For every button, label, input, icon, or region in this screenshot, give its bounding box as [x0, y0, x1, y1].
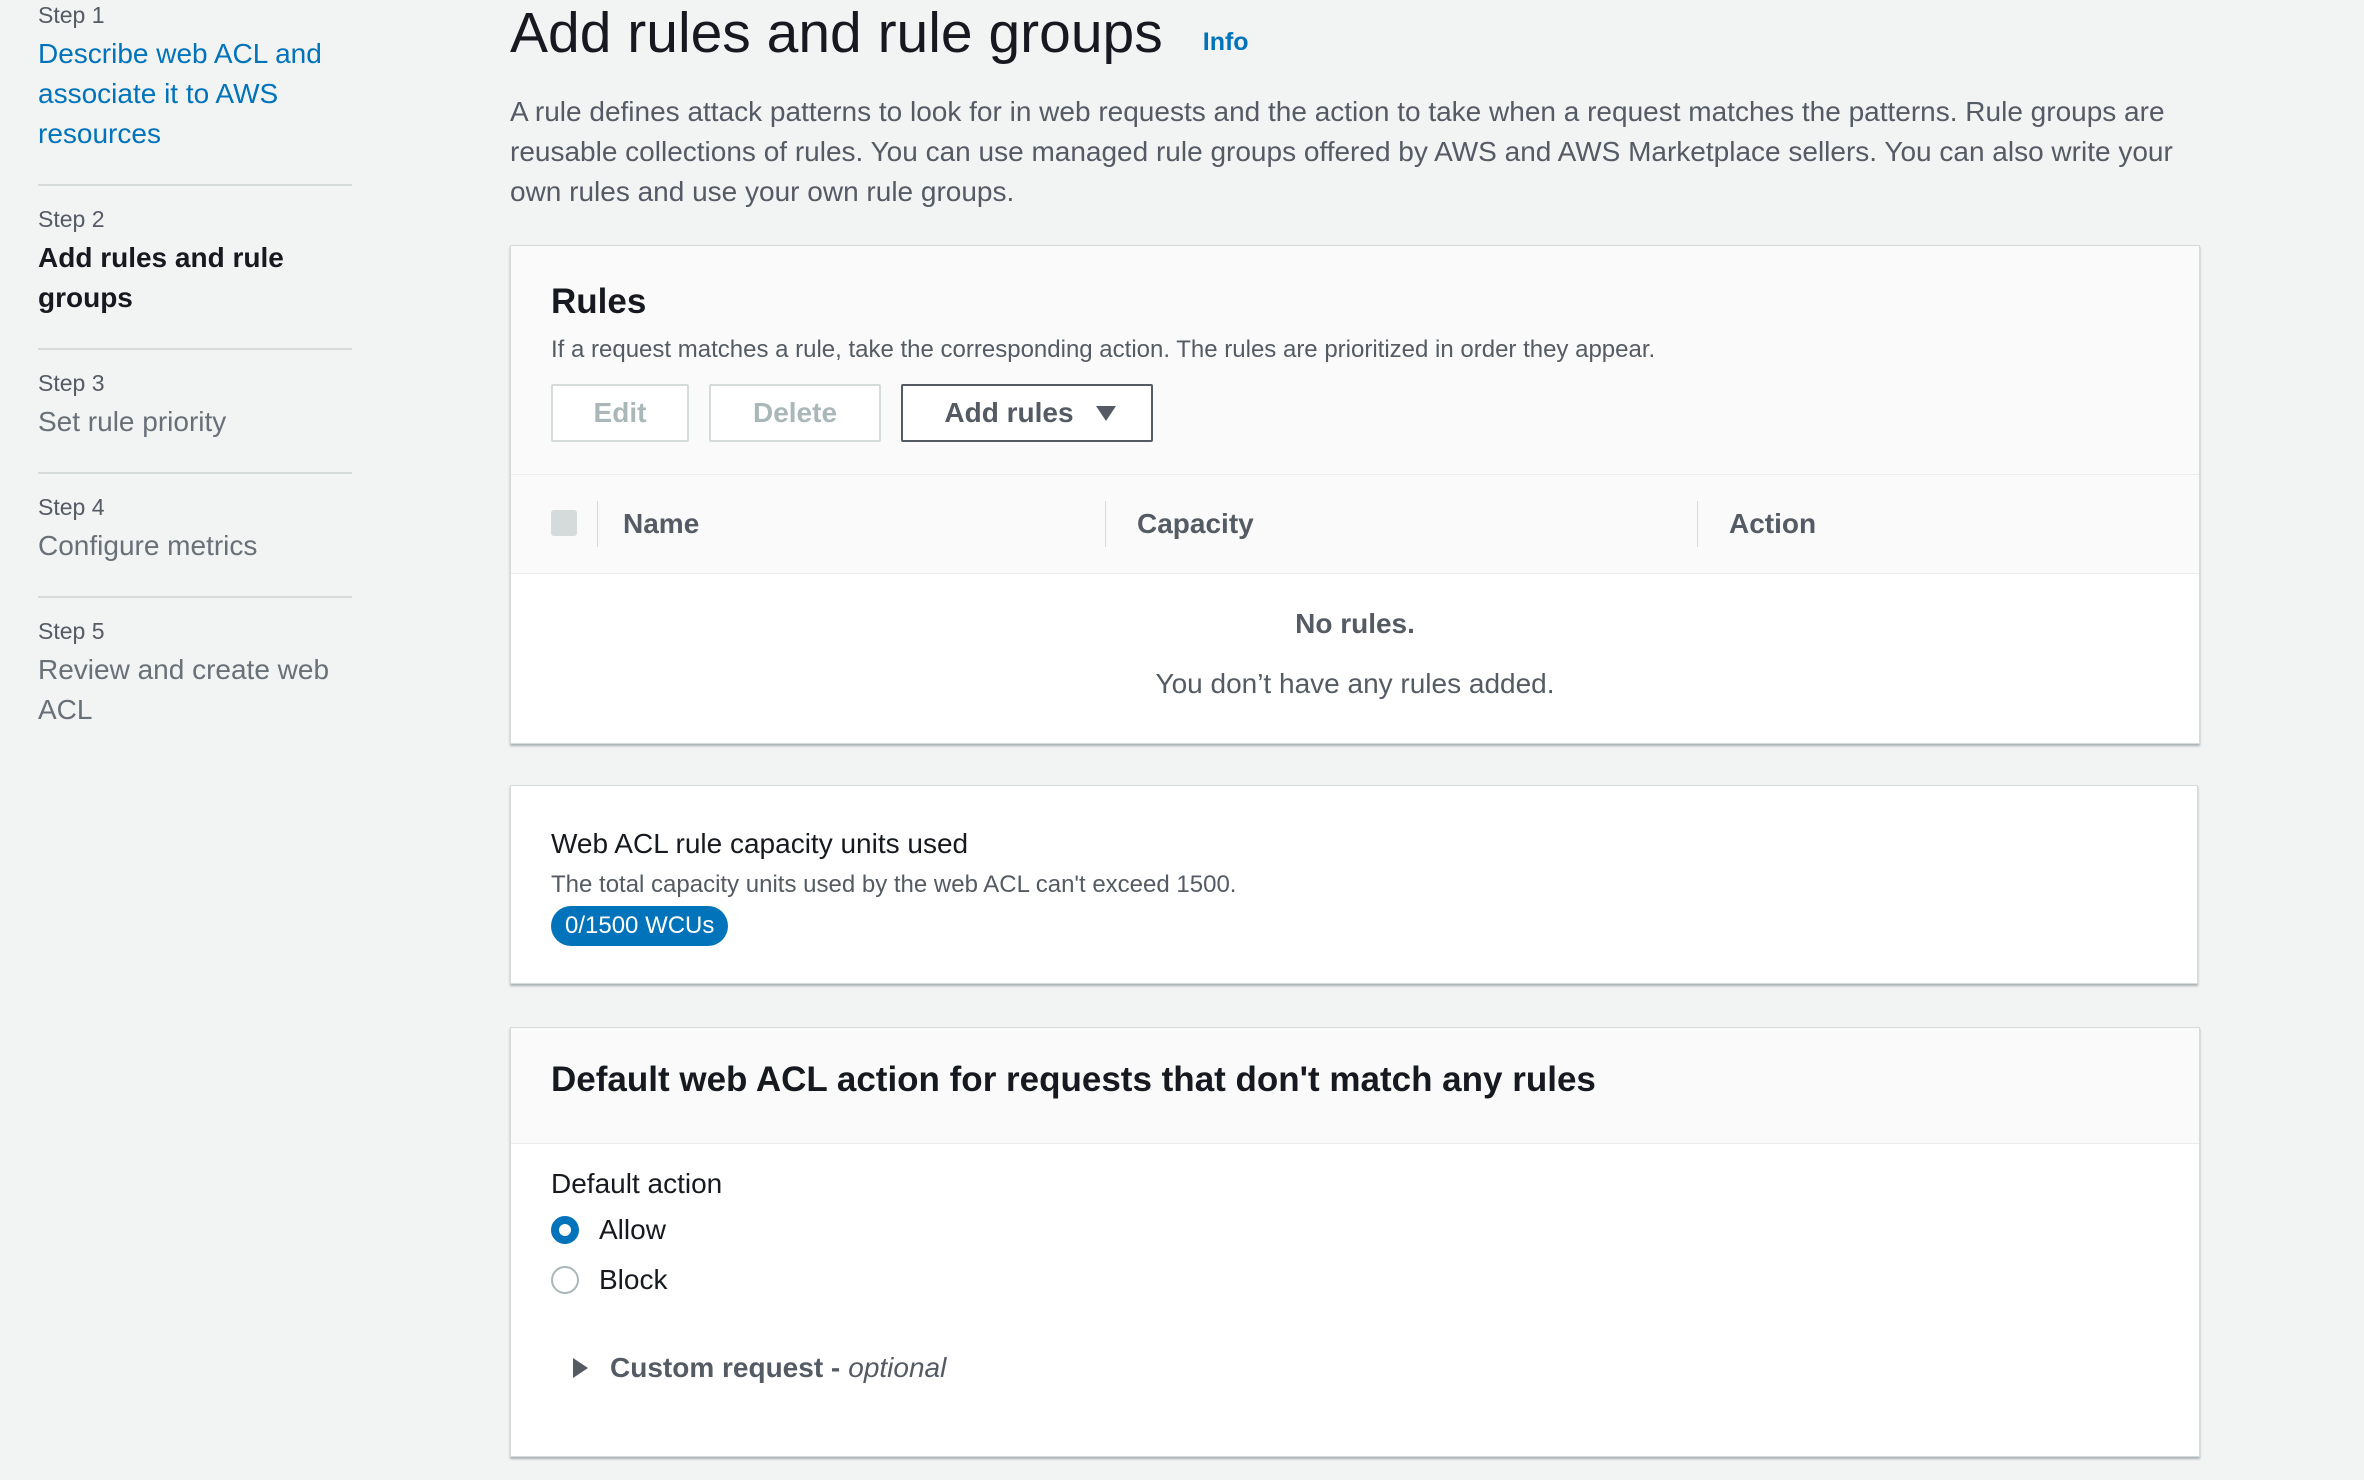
step-5-title: Review and create web ACL	[38, 654, 330, 725]
edit-button[interactable]: Edit	[551, 384, 689, 442]
column-divider	[597, 501, 598, 547]
step-3: Step 3 Set rule priority	[38, 350, 352, 474]
column-divider	[1105, 501, 1106, 547]
add-rules-label: Add rules	[944, 397, 1074, 428]
default-action-body: Default action Allow Block Custom reques…	[511, 1144, 2199, 1456]
page-title: Add rules and rule groups	[510, 1, 1163, 65]
rules-description: If a request matches a rule, take the co…	[551, 336, 1656, 363]
step-number: Step 5	[38, 618, 105, 644]
custom-request-expander[interactable]: Custom request - optional	[573, 1352, 946, 1384]
capacity-title: Web ACL rule capacity units used	[551, 828, 969, 859]
radio-checked-icon[interactable]	[551, 1216, 579, 1244]
capacity-description: The total capacity units used by the web…	[551, 871, 1237, 898]
step-5: Step 5 Review and create web ACL	[38, 598, 352, 760]
step-number: Step 3	[38, 370, 105, 396]
custom-request-optional: optional	[848, 1352, 947, 1383]
step-2-current: Add rules and rule groups	[38, 242, 284, 313]
step-3-title: Set rule priority	[38, 406, 227, 437]
default-action-label: Default action	[551, 1168, 723, 1199]
rules-panel: Rules If a request matches a rule, take …	[510, 245, 2200, 744]
custom-request-label: Custom request -	[610, 1352, 841, 1383]
step-1-link[interactable]: Describe web ACL and associate it to AWS…	[38, 34, 352, 154]
step-number: Step 1	[38, 2, 105, 28]
empty-message: You don’t have any rules added.	[1155, 668, 1555, 699]
capacity-panel: Web ACL rule capacity units used The tot…	[510, 785, 2198, 984]
info-link[interactable]: Info	[1203, 28, 1249, 57]
capacity-badge: 0/1500 WCUs	[551, 906, 729, 946]
delete-button[interactable]: Delete	[709, 384, 881, 442]
caret-right-icon	[573, 1358, 588, 1378]
empty-title: No rules.	[1295, 608, 1415, 639]
default-action-header: Default web ACL action for requests that…	[511, 1028, 2199, 1144]
radio-allow-label: Allow	[599, 1214, 666, 1245]
caret-down-icon	[1095, 405, 1116, 421]
column-header-name[interactable]: Name	[623, 475, 699, 573]
rules-title: Rules	[551, 282, 647, 321]
rules-header: Rules If a request matches a rule, take …	[511, 246, 2199, 474]
default-action-title: Default web ACL action for requests that…	[551, 1060, 1596, 1099]
rules-table-header: Name Capacity Action	[511, 474, 2199, 574]
page-header: Add rules and rule groups Info	[510, 0, 2200, 70]
wizard-steps: Step 1 Describe web ACL and associate it…	[38, 0, 352, 760]
column-header-action[interactable]: Action	[1729, 475, 1816, 573]
page-description: A rule defines attack patterns to look f…	[510, 96, 2173, 207]
column-header-capacity[interactable]: Capacity	[1137, 475, 1254, 573]
main-content: Add rules and rule groups Info A rule de…	[510, 0, 2200, 212]
step-2: Step 2 Add rules and rule groups	[38, 186, 352, 350]
radio-allow[interactable]: Allow	[551, 1214, 666, 1246]
radio-unchecked-icon[interactable]	[551, 1266, 579, 1294]
add-rules-button[interactable]: Add rules	[901, 384, 1153, 442]
step-4: Step 4 Configure metrics	[38, 474, 352, 598]
default-action-panel: Default web ACL action for requests that…	[510, 1027, 2200, 1457]
step-1: Step 1 Describe web ACL and associate it…	[38, 0, 352, 186]
select-all-checkbox[interactable]	[551, 510, 577, 536]
rules-actions: Edit Delete Add rules	[551, 384, 1173, 442]
rules-empty-state: No rules. You don’t have any rules added…	[511, 574, 2199, 704]
column-divider	[1697, 501, 1698, 547]
radio-block[interactable]: Block	[551, 1264, 667, 1296]
step-4-title: Configure metrics	[38, 530, 258, 561]
step-number: Step 4	[38, 494, 105, 520]
step-number: Step 2	[38, 206, 105, 232]
radio-block-label: Block	[599, 1264, 668, 1295]
